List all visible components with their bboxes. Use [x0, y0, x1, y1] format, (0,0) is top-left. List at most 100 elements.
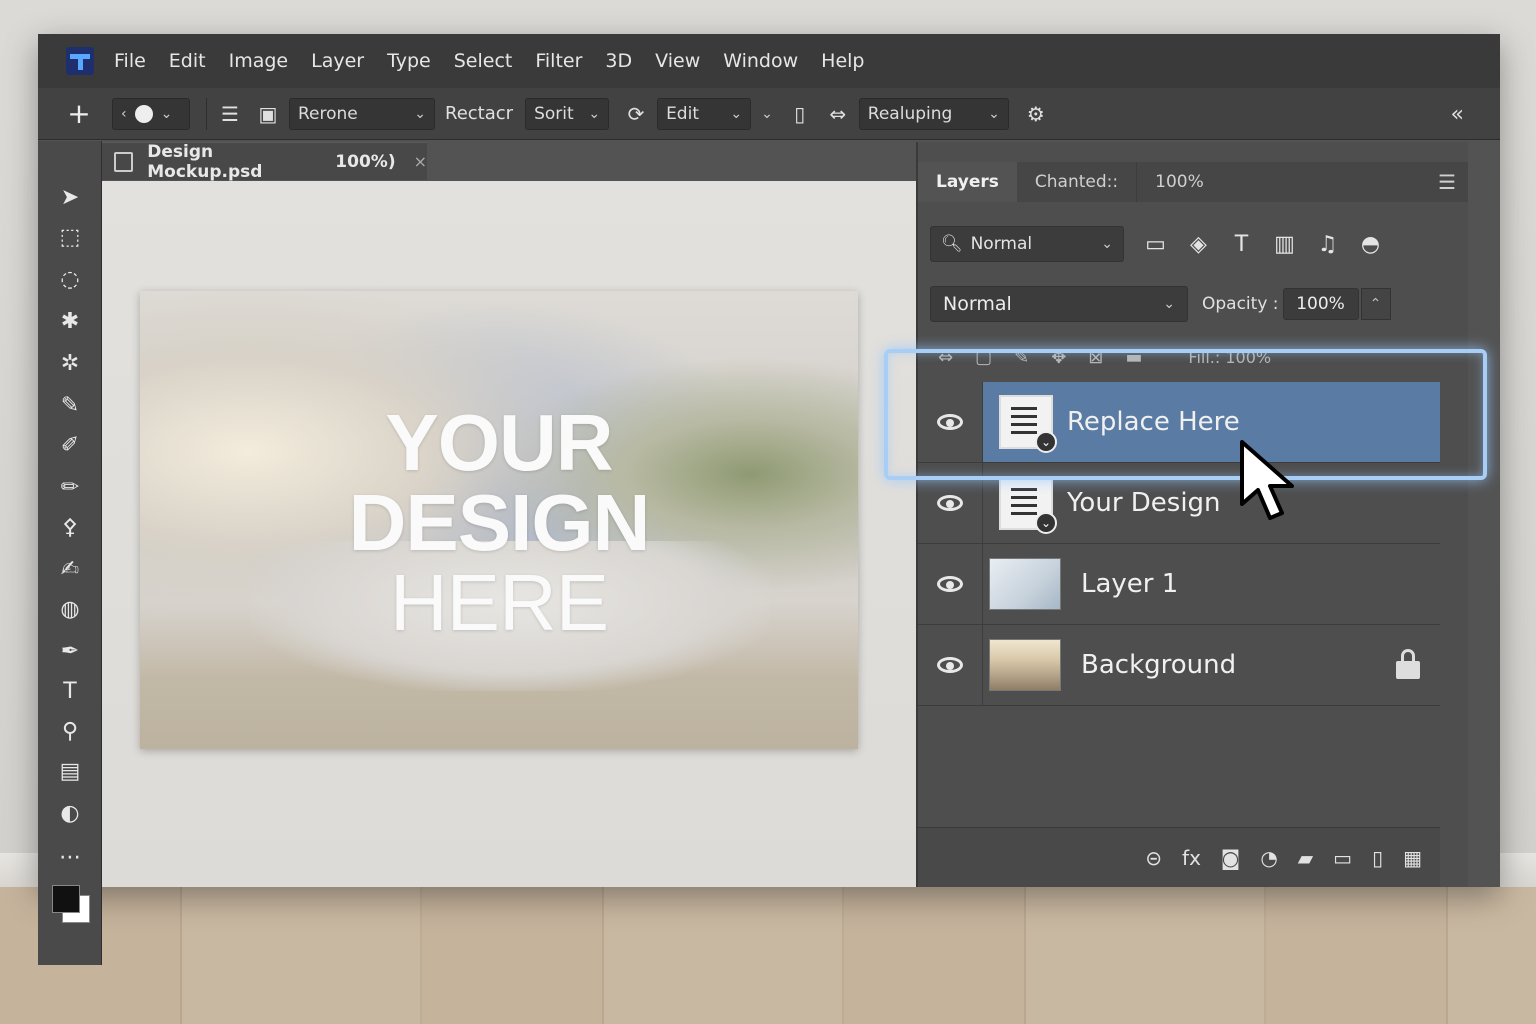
- fx-icon[interactable]: fx: [1182, 846, 1201, 870]
- search-icon: 🔍︎: [941, 234, 963, 254]
- foreground-color-swatch[interactable]: [52, 885, 80, 913]
- filter-kind-label: Normal: [970, 234, 1033, 254]
- type-filter-icon[interactable]: T: [1220, 232, 1263, 257]
- shape-filter-icon[interactable]: ▥: [1263, 232, 1306, 257]
- visibility-toggle[interactable]: [918, 495, 982, 511]
- menu-help[interactable]: Help: [821, 50, 864, 72]
- filter-kind-dropdown[interactable]: 🔍︎ Normal ⌄: [930, 226, 1124, 262]
- edit-toolbar-icon[interactable]: ⋯: [54, 841, 86, 873]
- link-layers-icon[interactable]: ⊝: [1145, 846, 1162, 870]
- new-layer-icon[interactable]: ▭: [1333, 846, 1352, 870]
- close-icon[interactable]: ×: [414, 152, 427, 171]
- stamp-tool-icon[interactable]: ⚴: [54, 511, 86, 543]
- layer-name: Background: [1081, 650, 1237, 680]
- blend-row: Normal ⌄ Opacity : 100% ⌃: [930, 284, 1456, 324]
- history-brush-tool-icon[interactable]: ✍: [54, 553, 86, 585]
- gear-icon[interactable]: ⚙: [1019, 98, 1053, 130]
- layer-body[interactable]: Layer 1: [982, 543, 1440, 625]
- eraser-tool-icon[interactable]: ◍: [54, 593, 86, 625]
- shape-tool-icon[interactable]: ▤: [54, 755, 86, 787]
- lock-image-icon[interactable]: ✎: [1014, 347, 1029, 368]
- smart-object-filter-icon[interactable]: ♫: [1306, 232, 1349, 257]
- edit-dropdown[interactable]: Edit ⌄: [657, 97, 752, 130]
- adjustment-layer-icon[interactable]: ◔: [1260, 846, 1277, 870]
- filter-toggle-icon[interactable]: ◓: [1349, 232, 1392, 257]
- visibility-toggle[interactable]: [918, 576, 982, 592]
- mockup-line-3: HERE: [389, 558, 609, 647]
- lock-icon[interactable]: [1396, 649, 1420, 679]
- collapse-panels-icon[interactable]: «: [1451, 102, 1464, 127]
- separator: [206, 97, 207, 130]
- menu-window[interactable]: Window: [723, 50, 798, 72]
- canvas-area[interactable]: YOUR DESIGN HERE: [102, 181, 916, 887]
- image-filter-icon[interactable]: ▭: [1134, 232, 1177, 257]
- lock-position-icon[interactable]: ✥: [1051, 347, 1066, 368]
- opacity-input[interactable]: 100%: [1282, 288, 1359, 320]
- brush-preset-picker[interactable]: ‹ ⌄: [112, 97, 190, 130]
- layer-name: Layer 1: [1081, 569, 1179, 599]
- menu-layer[interactable]: Layer: [311, 50, 364, 72]
- layer-row-layer-1[interactable]: Layer 1: [918, 543, 1440, 625]
- visibility-toggle[interactable]: [918, 657, 982, 673]
- link-icon[interactable]: ⇔: [938, 347, 953, 368]
- quick-select-tool-icon[interactable]: ✱: [54, 305, 86, 337]
- eyedropper-tool-icon[interactable]: ✎: [54, 389, 86, 421]
- preset-dropdown[interactable]: Rerone ⌄: [289, 97, 435, 130]
- hamburger-menu-icon[interactable]: ☰: [1438, 170, 1456, 194]
- menu-file[interactable]: File: [114, 50, 146, 72]
- fill-label[interactable]: Fill.: 100%: [1188, 348, 1271, 367]
- layer-row-background[interactable]: Background: [918, 624, 1440, 706]
- lock-transparent-icon[interactable]: ▢: [975, 347, 992, 368]
- tab-layers[interactable]: Layers: [918, 162, 1017, 202]
- document-tab[interactable]: Design Mockup.psd 100%) ×: [102, 142, 427, 182]
- lock-all-icon[interactable]: ▬: [1125, 347, 1142, 368]
- lock-artboard-icon[interactable]: ⊠: [1088, 347, 1103, 368]
- frame-icon[interactable]: ▣: [251, 98, 285, 130]
- visibility-toggle[interactable]: [918, 414, 982, 430]
- marquee-tool-icon[interactable]: ⬚: [54, 221, 86, 253]
- pen-tool-icon[interactable]: ✒: [54, 635, 86, 667]
- menu-image[interactable]: Image: [229, 50, 289, 72]
- menu-select[interactable]: Select: [454, 50, 513, 72]
- list-icon[interactable]: ☰: [213, 98, 247, 130]
- crop-tool-icon[interactable]: ✲: [54, 347, 86, 379]
- layer-row-replace-here[interactable]: ⌄ Replace Here: [918, 382, 1440, 463]
- document-zoom: 100%): [335, 151, 396, 172]
- healing-tool-icon[interactable]: ✐: [54, 429, 86, 461]
- blend-mode-dropdown[interactable]: Normal ⌄: [930, 286, 1188, 322]
- flip-horizontal-icon[interactable]: ⇔: [821, 98, 855, 130]
- add-mask-icon[interactable]: ◙: [1221, 846, 1240, 870]
- opacity-stepper[interactable]: ⌃: [1360, 288, 1391, 320]
- chevron-down-icon[interactable]: ⌄: [761, 106, 773, 122]
- move-tool-icon[interactable]: ➤: [54, 181, 86, 213]
- mockup-line-1: YOUR: [385, 398, 613, 487]
- realign-dropdown[interactable]: Realuping ⌄: [858, 97, 1009, 130]
- menu-filter[interactable]: Filter: [535, 50, 582, 72]
- delete-layer-icon[interactable]: ▦: [1403, 846, 1422, 870]
- layer-body[interactable]: Background: [982, 624, 1440, 706]
- adjustment-filter-icon[interactable]: ◈: [1177, 232, 1220, 257]
- type-tool-icon[interactable]: T: [54, 675, 86, 707]
- move-tool-icon[interactable]: +: [64, 97, 94, 130]
- menu-type[interactable]: Type: [387, 50, 431, 72]
- rotate-icon[interactable]: ⟳: [619, 98, 653, 130]
- layer-body[interactable]: ⌄ Replace Here: [982, 382, 1440, 462]
- menu-edit[interactable]: Edit: [169, 50, 206, 72]
- folder-icon[interactable]: ▰: [1298, 846, 1313, 870]
- layer-body[interactable]: ⌄ Your Design: [982, 462, 1440, 544]
- lasso-tool-icon[interactable]: ◌: [54, 263, 86, 295]
- app-logo-icon: [66, 47, 94, 75]
- menu-view[interactable]: View: [655, 50, 700, 72]
- sort-dropdown[interactable]: Sorit ⌄: [525, 97, 610, 130]
- brush-tool-icon[interactable]: ✏: [54, 471, 86, 503]
- options-bar: + ‹ ⌄ ☰ ▣ Rerone ⌄ Rectacr Sorit ⌄ ⟳ Edi…: [38, 88, 1500, 140]
- hand-tool-icon[interactable]: ◐: [54, 797, 86, 829]
- tab-zoom[interactable]: 100%: [1137, 162, 1222, 202]
- layer-row-your-design[interactable]: ⌄ Your Design: [918, 462, 1440, 544]
- menu-3d[interactable]: 3D: [605, 50, 632, 72]
- device-icon[interactable]: ▯: [783, 98, 817, 130]
- clipboard-icon[interactable]: ▯: [1372, 846, 1383, 870]
- layers-panel-footer: ⊝ fx ◙ ◔ ▰ ▭ ▯ ▦: [918, 827, 1440, 887]
- path-select-tool-icon[interactable]: ⚲: [54, 715, 86, 747]
- tab-channels[interactable]: Chanted::: [1017, 162, 1138, 202]
